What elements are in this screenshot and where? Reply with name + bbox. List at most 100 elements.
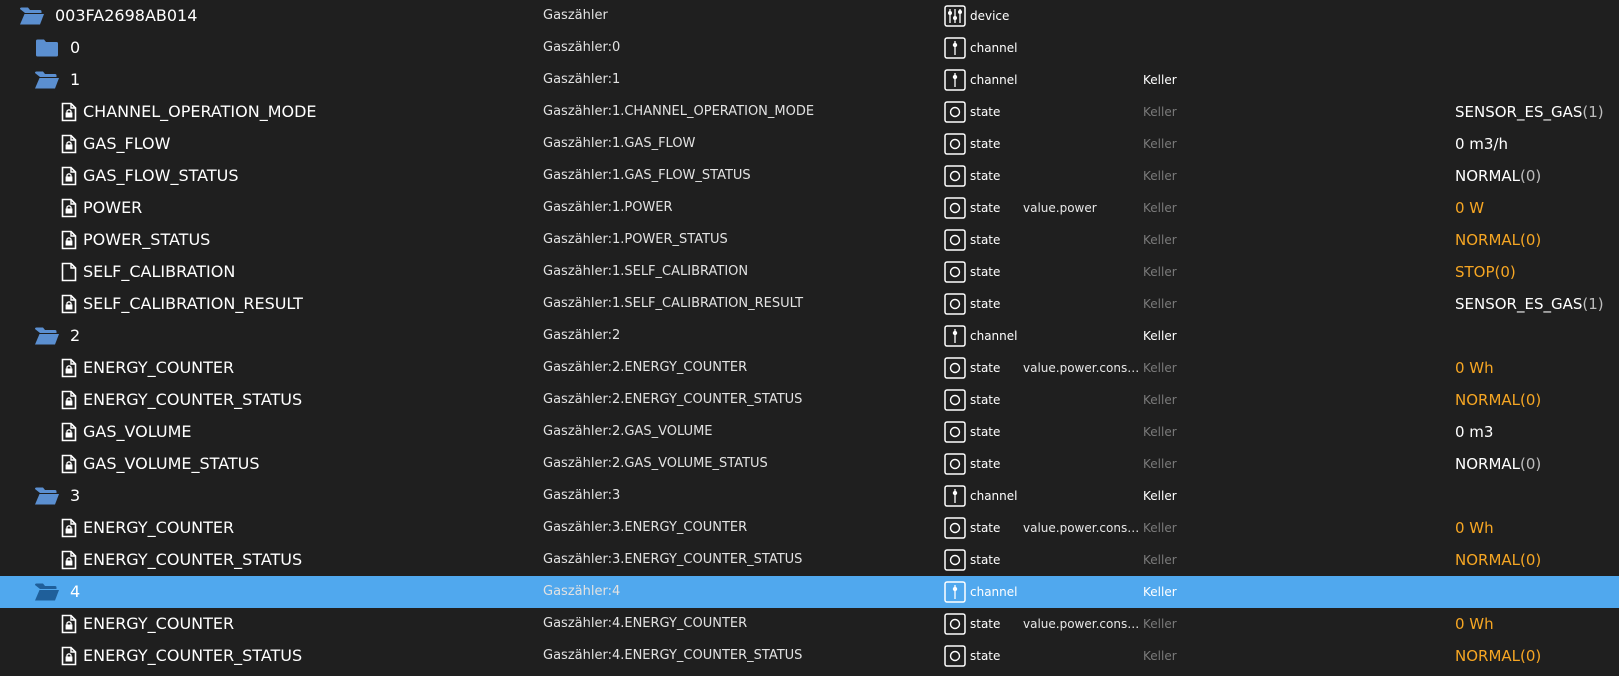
- tree-row[interactable]: ENERGY_COUNTER_STATUS Gaszähler:4.ENERGY_…: [0, 640, 1619, 672]
- tree-row[interactable]: POWER Gaszähler:1.POWER state value.power Ke…: [0, 192, 1619, 224]
- tree-row[interactable]: ENERGY_COUNTER_STATUS Gaszähler:3.ENERGY_…: [0, 544, 1619, 576]
- file-lock-icon[interactable]: [56, 96, 82, 128]
- object-room: Keller: [1143, 649, 1177, 663]
- folder-icon[interactable]: [34, 32, 60, 64]
- object-type: state: [970, 265, 1001, 279]
- file-lock-icon[interactable]: [56, 512, 82, 544]
- tree-row[interactable]: 3 Gaszähler:3 channel Keller: [0, 480, 1619, 512]
- object-name: GAS_FLOW_STATUS: [83, 166, 239, 185]
- file-lock-icon[interactable]: [56, 608, 82, 640]
- file-lock-icon[interactable]: [56, 128, 82, 160]
- state-icon: [944, 544, 966, 576]
- value-text: NORMAL(0): [1455, 647, 1542, 665]
- object-value[interactable]: NORMAL(0): [1455, 544, 1541, 576]
- state-icon: [944, 608, 966, 640]
- object-room: Keller: [1143, 521, 1177, 535]
- object-value[interactable]: NORMAL(0): [1455, 448, 1541, 480]
- object-room: Keller: [1143, 201, 1177, 215]
- object-room: Keller: [1143, 393, 1177, 407]
- channel-icon: [944, 480, 966, 512]
- object-type: channel: [970, 41, 1018, 55]
- tree-row[interactable]: 1 Gaszähler:1 channel Keller: [0, 64, 1619, 96]
- tree-row[interactable]: SELF_CALIBRATION_RESULT Gaszähler:1.SELF_…: [0, 288, 1619, 320]
- tree-row[interactable]: 003FA2698AB014 Gaszähler device: [0, 0, 1619, 32]
- file-lock-icon[interactable]: [56, 288, 82, 320]
- object-value[interactable]: 0 Wh: [1455, 352, 1494, 384]
- file-lock-icon[interactable]: [56, 160, 82, 192]
- tree-row[interactable]: ENERGY_COUNTER_STATUS Gaszähler:2.ENERGY_…: [0, 384, 1619, 416]
- object-value[interactable]: NORMAL(0): [1455, 640, 1541, 672]
- tree-row[interactable]: SELF_CALIBRATION Gaszähler:1.SELF_CALIBRA…: [0, 256, 1619, 288]
- object-type: state: [970, 649, 1001, 663]
- tree-row[interactable]: 0 Gaszähler:0 channel: [0, 32, 1619, 64]
- object-id: Gaszähler:1.GAS_FLOW_STATUS: [543, 168, 751, 183]
- object-room: Keller: [1143, 137, 1177, 151]
- channel-icon: [944, 576, 966, 608]
- tree-row[interactable]: CHANNEL_OPERATION_MODE Gaszähler:1.CHANNE…: [0, 96, 1619, 128]
- folder-open-icon[interactable]: [34, 320, 60, 352]
- object-value[interactable]: 0 Wh: [1455, 512, 1494, 544]
- tree-row[interactable]: ENERGY_COUNTER Gaszähler:4.ENERGY_COUNTER…: [0, 608, 1619, 640]
- object-value[interactable]: NORMAL(0): [1455, 160, 1541, 192]
- object-id: Gaszähler:1.GAS_FLOW: [543, 136, 696, 151]
- object-id: Gaszähler:2.GAS_VOLUME_STATUS: [543, 456, 768, 471]
- object-name: ENERGY_COUNTER_STATUS: [83, 390, 303, 409]
- object-value[interactable]: NORMAL(0): [1455, 224, 1541, 256]
- device-icon: [944, 0, 966, 32]
- object-value[interactable]: 0 m3: [1455, 416, 1493, 448]
- file-lock-icon[interactable]: [56, 544, 82, 576]
- file-lock-icon[interactable]: [56, 416, 82, 448]
- object-type: state: [970, 233, 1001, 247]
- tree-row[interactable]: ENERGY_COUNTER Gaszähler:2.ENERGY_COUNTER…: [0, 352, 1619, 384]
- object-value[interactable]: SENSOR_ES_GAS(1): [1455, 288, 1604, 320]
- object-id: Gaszähler:0: [543, 40, 621, 55]
- tree-row[interactable]: GAS_VOLUME_STATUS Gaszähler:2.GAS_VOLUME_…: [0, 448, 1619, 480]
- folder-open-icon[interactable]: [34, 480, 60, 512]
- folder-open-icon[interactable]: [34, 576, 60, 608]
- object-id: Gaszähler:1.SELF_CALIBRATION_RESULT: [543, 296, 804, 311]
- tree-row[interactable]: GAS_FLOW_STATUS Gaszähler:1.GAS_FLOW_STAT…: [0, 160, 1619, 192]
- value-text: 0 m3: [1455, 423, 1494, 441]
- object-name: ENERGY_COUNTER_STATUS: [83, 646, 303, 665]
- value-suffix: (1): [1582, 295, 1604, 313]
- object-type: channel: [970, 489, 1018, 503]
- tree-row[interactable]: POWER_STATUS Gaszähler:1.POWER_STATUS stat…: [0, 224, 1619, 256]
- tree-row[interactable]: GAS_VOLUME Gaszähler:2.GAS_VOLUME state Kel…: [0, 416, 1619, 448]
- folder-open-icon[interactable]: [19, 0, 45, 32]
- tree-row[interactable]: ENERGY_COUNTER Gaszähler:3.ENERGY_COUNTER…: [0, 512, 1619, 544]
- file-lock-icon[interactable]: [56, 640, 82, 672]
- tree-row[interactable]: GAS_FLOW Gaszähler:1.GAS_FLOW state Keller 0…: [0, 128, 1619, 160]
- object-value[interactable]: SENSOR_ES_GAS(1): [1455, 96, 1604, 128]
- object-id: Gaszähler: [543, 8, 608, 23]
- state-icon: [944, 288, 966, 320]
- file-lock-icon[interactable]: [56, 384, 82, 416]
- object-type: state: [970, 457, 1001, 471]
- object-value[interactable]: 0 W: [1455, 192, 1484, 224]
- object-value[interactable]: 0 Wh: [1455, 608, 1494, 640]
- object-name: CHANNEL_OPERATION_MODE: [83, 102, 317, 121]
- file-lock-icon[interactable]: [56, 224, 82, 256]
- tree-row[interactable]: 2 Gaszähler:2 channel Keller: [0, 320, 1619, 352]
- folder-open-icon[interactable]: [34, 64, 60, 96]
- object-id: Gaszähler:2.ENERGY_COUNTER_STATUS: [543, 392, 803, 407]
- object-name: GAS_VOLUME: [83, 422, 192, 441]
- object-name: 003FA2698AB014: [55, 6, 198, 25]
- file-lock-icon[interactable]: [56, 352, 82, 384]
- object-value[interactable]: NORMAL(0): [1455, 384, 1541, 416]
- object-value[interactable]: 0 m3/h: [1455, 128, 1508, 160]
- object-room: Keller: [1143, 169, 1177, 183]
- object-id: Gaszähler:1.POWER_STATUS: [543, 232, 728, 247]
- object-room: Keller: [1143, 425, 1177, 439]
- object-name: 2: [70, 326, 81, 345]
- channel-icon: [944, 64, 966, 96]
- object-id: Gaszähler:4: [543, 584, 621, 599]
- file-lock-icon[interactable]: [56, 192, 82, 224]
- tree-row[interactable]: 4 Gaszähler:4 channel Keller: [0, 576, 1619, 608]
- object-name: SELF_CALIBRATION: [83, 262, 236, 281]
- file-lock-icon[interactable]: [56, 448, 82, 480]
- file-icon[interactable]: [56, 256, 82, 288]
- object-value[interactable]: STOP(0): [1455, 256, 1516, 288]
- object-type: device: [970, 9, 1010, 23]
- object-role: value.power.consum...: [1023, 361, 1143, 375]
- object-room: Keller: [1143, 553, 1177, 567]
